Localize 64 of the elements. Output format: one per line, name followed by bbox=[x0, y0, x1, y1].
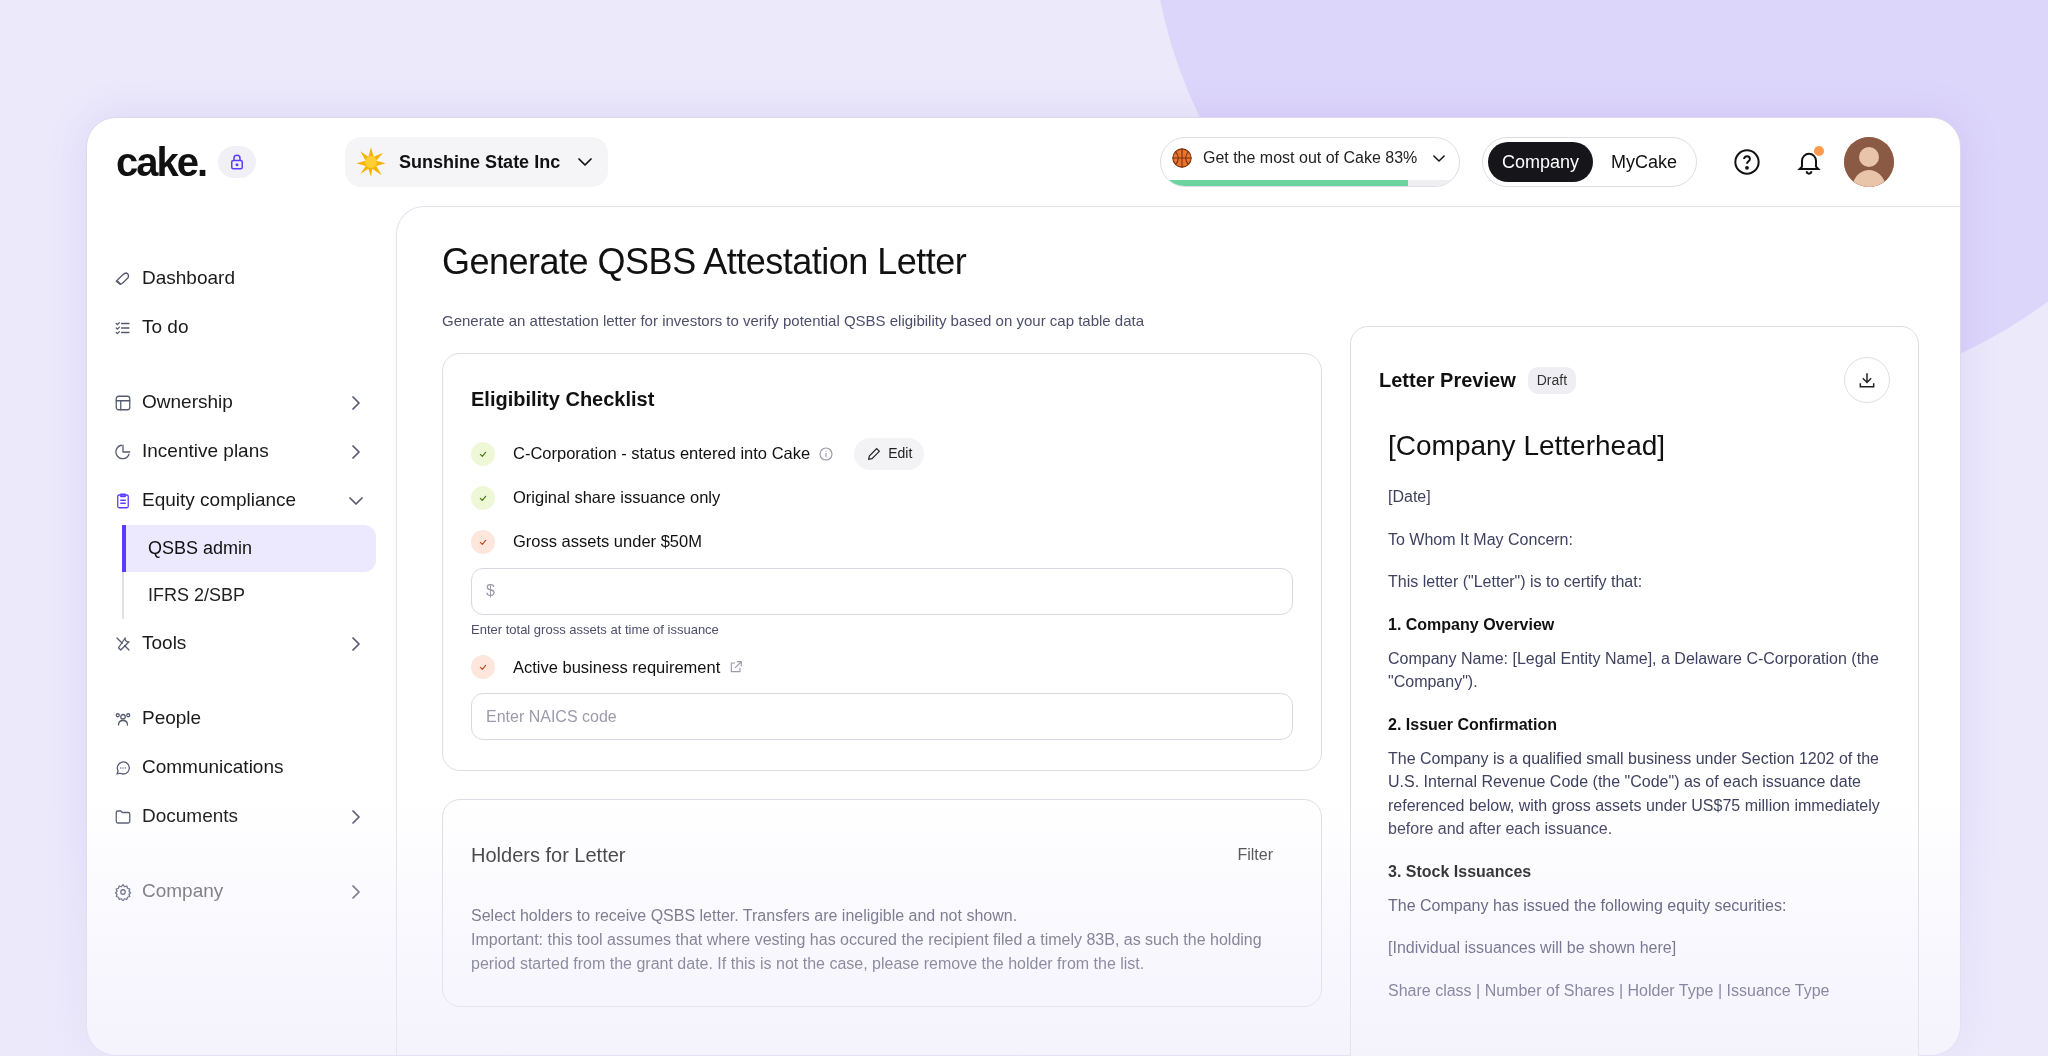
checklist-label: Original share issuance only bbox=[513, 487, 721, 509]
input-field[interactable]: Enter NAICS code bbox=[471, 693, 1293, 740]
nav-item[interactable]: Ownership bbox=[114, 378, 376, 427]
checklist-title: Eligibility Checklist bbox=[471, 386, 656, 412]
letter-paragraph: [Date] bbox=[1388, 487, 1432, 507]
table-icon bbox=[114, 393, 132, 412]
toggle-option[interactable]: Company bbox=[1487, 142, 1593, 182]
folder-icon bbox=[114, 807, 132, 826]
field-hint: Enter total gross assets at time of issuance bbox=[471, 620, 720, 639]
filter-button[interactable]: Filter bbox=[1237, 843, 1273, 867]
basketball-icon bbox=[1170, 147, 1193, 169]
letter-paragraph: This letter ("Letter") is to certify that: bbox=[1388, 572, 1644, 592]
download-icon bbox=[1857, 370, 1877, 390]
letter-heading: [Company Letterhead] bbox=[1388, 429, 1667, 463]
pencil-icon bbox=[866, 445, 883, 462]
chevron-down-icon bbox=[1432, 154, 1445, 162]
logo: cake. bbox=[116, 142, 207, 182]
nav-item[interactable]: Tools bbox=[114, 619, 376, 668]
checklist-label: C-Corporation - status entered into Cake bbox=[513, 443, 811, 465]
sub-nav-item[interactable]: IFRS 2/SBP bbox=[122, 572, 376, 619]
progress-pill[interactable]: Get the most out of Cake 83% bbox=[1159, 137, 1460, 187]
company-switcher[interactable]: Sunshine State Inc bbox=[345, 137, 609, 187]
chat-icon bbox=[114, 758, 132, 777]
edit-button[interactable]: Edit bbox=[854, 437, 925, 470]
nav-item[interactable]: Communications bbox=[114, 743, 376, 792]
letter-section-title: 3. Stock Issuances bbox=[1388, 861, 1533, 882]
letter-title: Letter Preview bbox=[1379, 368, 1516, 393]
lock-button[interactable] bbox=[218, 146, 257, 178]
sub-nav-item[interactable]: QSBS admin bbox=[122, 525, 376, 572]
nav-item[interactable]: Incentive plans bbox=[114, 427, 376, 476]
clipboard-icon bbox=[114, 491, 132, 510]
letter-paragraph: Company Name: [Legal Entity Name], a Delaware C-Corporation (the "Company"). bbox=[1388, 648, 1880, 692]
sun-icon bbox=[355, 146, 388, 178]
settings-icon bbox=[114, 882, 132, 901]
help-icon bbox=[1733, 148, 1761, 176]
draft-badge: Draft bbox=[1527, 366, 1577, 394]
letter-section-title: 1. Company Overview bbox=[1388, 614, 1556, 635]
nav-item[interactable]: Dashboard bbox=[114, 254, 376, 303]
holders-description: Select holders to receive QSBS letter. Transfers are ineligible and not shown. bbox=[471, 906, 1019, 926]
external-link-icon bbox=[728, 659, 745, 675]
pie-chart-icon bbox=[114, 442, 132, 461]
input-field[interactable]: $ bbox=[471, 567, 1293, 615]
letter-paragraph: Share class | Number of Shares | Holder Type | Issuance Type bbox=[1388, 980, 1831, 1001]
letter-paragraph: [Individual issuances will be shown here] bbox=[1388, 938, 1678, 958]
chevron-down-icon bbox=[578, 158, 593, 166]
letter-paragraph: The Company is a qualified small business under Section 1202 of the U.S. Internal Revenue Code (the "Code") as of each issuance date referenced below, with gross assets under US$75 million immediately before and after each issuance. bbox=[1388, 748, 1881, 839]
avatar[interactable] bbox=[1844, 137, 1894, 187]
letter-paragraph: To Whom It May Concern: bbox=[1388, 529, 1574, 550]
toggle-option[interactable]: MyCake bbox=[1597, 142, 1691, 182]
checklist-label: Gross assets under $50M bbox=[513, 531, 702, 553]
page-title: Generate QSBS Attestation Letter bbox=[442, 240, 968, 284]
nav-item[interactable]: Company bbox=[114, 867, 376, 916]
holders-title: Holders for Letter bbox=[471, 843, 626, 868]
page-subtitle: Generate an attestation letter for investors to verify potential QSBS eligibility based on your cap table data bbox=[442, 311, 1146, 331]
tools-icon bbox=[114, 634, 132, 653]
letter-section-title: 2. Issuer Confirmation bbox=[1388, 714, 1558, 735]
nav-item[interactable]: Equity compliance bbox=[114, 476, 376, 525]
checklist-label: Active business requirement bbox=[513, 656, 721, 678]
nav-item[interactable]: Documents bbox=[114, 792, 376, 841]
letter-paragraph: The Company has issued the following equity securities: bbox=[1388, 895, 1788, 916]
holders-description: Important: this tool assumes that where vesting has occured the recipient filed a timely 83B, as such the holding period started from the grant date. If this is not the case, please remove the holder from the list. bbox=[471, 930, 1263, 974]
nav-item[interactable]: To do bbox=[114, 303, 376, 352]
info-icon bbox=[818, 445, 835, 462]
nav-item[interactable]: People bbox=[114, 694, 376, 743]
